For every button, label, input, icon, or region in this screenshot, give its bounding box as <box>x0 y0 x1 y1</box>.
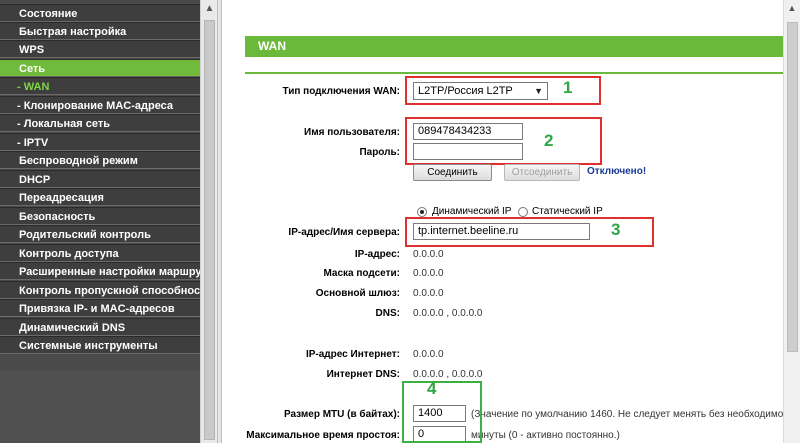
sidebar-item-ddns[interactable]: Динамический DNS <box>0 318 200 336</box>
mtu-label: Размер MTU (в байтах): <box>283 409 400 420</box>
gateway-label: Основной шлюз: <box>315 288 400 299</box>
main-scrollbar[interactable]: ▲ <box>783 0 800 443</box>
sidebar-item-routing[interactable]: Расширенные настройки маршрутизации <box>0 262 200 280</box>
sidebar-item-ip-mac-bind[interactable]: Привязка IP- и MAC-адресов <box>0 299 200 317</box>
sidebar-item-status[interactable]: Состояние <box>0 4 200 22</box>
radio-static-ip[interactable] <box>518 207 528 217</box>
gateway-value: 0.0.0.0 <box>413 288 444 299</box>
sidebar-scroll-thumb[interactable] <box>204 20 215 440</box>
internet-ip-value: 0.0.0.0 <box>413 349 444 360</box>
internet-ip-label: IP-адрес Интернет: <box>305 349 400 360</box>
sidebar-item-bandwidth[interactable]: Контроль пропускной способности <box>0 281 200 299</box>
sidebar-item-forwarding[interactable]: Переадресация <box>0 188 200 206</box>
ip-address-value: 0.0.0.0 <box>413 249 444 260</box>
radio-static-ip-label: Статический IP <box>532 206 603 217</box>
sidebar-item-wan[interactable]: - WAN <box>0 77 200 95</box>
sidebar-scrollbar[interactable]: ▲ <box>200 0 217 443</box>
sidebar-item-access[interactable]: Контроль доступа <box>0 244 200 262</box>
sidebar-item-wps[interactable]: WPS <box>0 40 200 58</box>
idle-time-hint: минуты (0 - активно постоянно.) <box>471 430 620 441</box>
idle-time-label: Максимальное время простоя: <box>246 430 400 441</box>
left-frame: Состояние Быстрая настройка WPS Сеть - W… <box>0 0 217 443</box>
sidebar-empty-area <box>0 370 200 443</box>
annotation-number-4: 4 <box>427 379 437 398</box>
username-label: Имя пользователя: <box>304 127 400 138</box>
radio-dynamic-ip[interactable] <box>417 207 427 217</box>
internet-dns-label: Интернет DNS: <box>326 369 400 380</box>
server-label: IP-адрес/Имя сервера: <box>288 227 400 238</box>
sidebar-item-system-tools[interactable]: Системные инструменты <box>0 336 200 354</box>
subnet-mask-label: Маска подсети: <box>323 268 400 279</box>
wan-type-label: Тип подключения WAN: <box>282 86 400 97</box>
sidebar-item-iptv[interactable]: - IPTV <box>0 133 200 151</box>
ip-address-label: IP-адрес: <box>354 249 400 260</box>
main-scroll-thumb[interactable] <box>787 22 798 352</box>
title-underline <box>245 72 783 74</box>
main-content: WAN Тип подключения WAN: L2TP/Россия L2T… <box>222 0 800 443</box>
page-title: WAN <box>245 36 783 57</box>
sidebar-item-mac-clone[interactable]: - Клонирование MAC-адреса <box>0 96 200 114</box>
connection-status: Отключено! <box>587 166 647 177</box>
sidebar-item-network[interactable]: Сеть <box>0 59 200 77</box>
annotation-number-2: 2 <box>544 131 554 150</box>
internet-dns-value: 0.0.0.0 , 0.0.0.0 <box>413 369 483 380</box>
scroll-up-arrow-icon[interactable]: ▲ <box>202 0 217 17</box>
dns-label: DNS: <box>375 308 400 319</box>
annotation-box-4 <box>402 381 482 443</box>
connect-button[interactable]: Соединить <box>413 164 492 181</box>
sidebar-item-wireless[interactable]: Беспроводной режим <box>0 151 200 169</box>
dns-value: 0.0.0.0 , 0.0.0.0 <box>413 308 483 319</box>
annotation-number-1: 1 <box>563 78 573 97</box>
router-admin-page: Состояние Быстрая настройка WPS Сеть - W… <box>0 0 800 443</box>
radio-dynamic-ip-label: Динамический IP <box>432 206 512 217</box>
sidebar-item-security[interactable]: Безопасность <box>0 207 200 225</box>
annotation-box-2 <box>405 117 602 165</box>
sidebar-item-lan[interactable]: - Локальная сеть <box>0 114 200 132</box>
annotation-number-3: 3 <box>611 220 621 239</box>
sidebar-menu: Состояние Быстрая настройка WPS Сеть - W… <box>0 0 200 443</box>
subnet-mask-value: 0.0.0.0 <box>413 268 444 279</box>
sidebar-item-quick-setup[interactable]: Быстрая настройка <box>0 22 200 40</box>
disconnect-button[interactable]: Отсоединить <box>504 164 580 181</box>
sidebar-item-dhcp[interactable]: DHCP <box>0 170 200 188</box>
sidebar-item-parental[interactable]: Родительский контроль <box>0 225 200 243</box>
scroll-up-arrow-icon[interactable]: ▲ <box>784 0 800 17</box>
mtu-hint: (Значение по умолчанию 1460. Не следует … <box>471 409 800 420</box>
password-label: Пароль: <box>359 147 400 158</box>
